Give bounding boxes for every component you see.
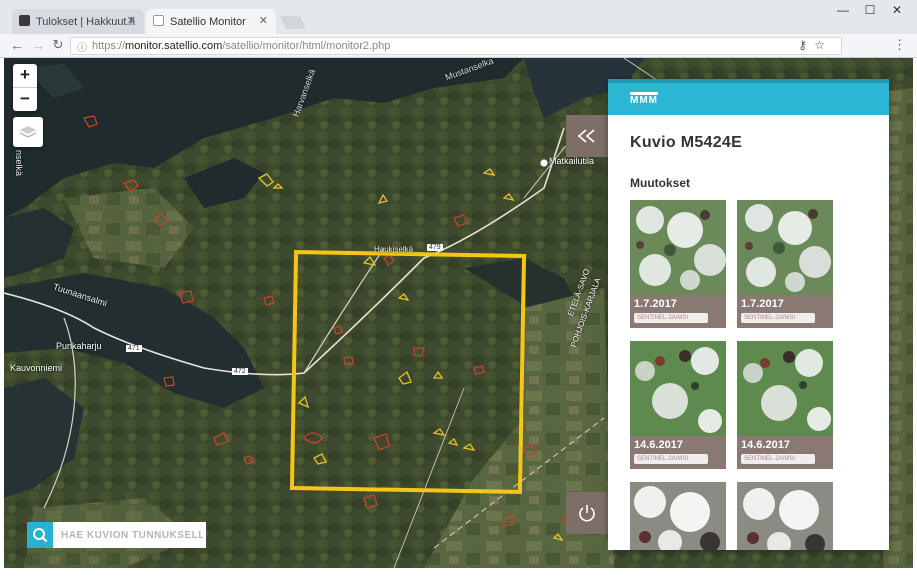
- key-icon[interactable]: ⚷: [798, 38, 807, 52]
- place-label: Punkaharju: [56, 341, 102, 351]
- close-tab-icon[interactable]: ✕: [127, 14, 136, 27]
- minimize-window-icon[interactable]: —: [830, 0, 856, 20]
- thumbnail-caption: 14.6.2017 SENTINEL-2A/MSI: [737, 436, 833, 469]
- thumbnail-caption: 1.7.2017 SENTINEL-2A/MSI: [737, 295, 833, 328]
- place-label: Haukiselkä: [374, 245, 414, 254]
- browser-toolbar: ← → ↻ ⓘ https://monitor.satellio.com/sat…: [0, 34, 917, 58]
- layers-button[interactable]: [13, 117, 43, 147]
- kebab-menu-icon[interactable]: ⋮: [893, 37, 906, 53]
- info-icon[interactable]: ⓘ: [77, 39, 87, 54]
- tab-title: Tulokset | Hakkuut.fi: [36, 15, 136, 28]
- thumbnail-caption: 14.6.2017 SENTINEL-2A/MSI: [630, 436, 726, 469]
- panel-header: MMM: [608, 79, 889, 115]
- satellite-thumbnail-image: [630, 200, 726, 296]
- power-button[interactable]: [566, 492, 608, 534]
- close-window-icon[interactable]: ✕: [884, 0, 910, 20]
- page-favicon-icon: [153, 15, 164, 26]
- reload-icon[interactable]: ↻: [48, 37, 68, 53]
- change-thumbnail[interactable]: 14.6.2017 SENTINEL-2A/MSI: [630, 341, 726, 469]
- satellite-thumbnail-image: [630, 482, 726, 550]
- thumbnail-caption: 1.7.2017 SENTINEL-2A/MSI: [630, 295, 726, 328]
- hakkuut-favicon-icon: [19, 15, 30, 26]
- panel-title: Kuvio M5424E: [630, 134, 743, 151]
- zoom-in-button[interactable]: +: [13, 64, 37, 87]
- star-icon[interactable]: ☆: [814, 38, 825, 52]
- road-label: 471: [126, 345, 142, 352]
- collapse-panel-button[interactable]: [566, 115, 608, 157]
- satellite-thumbnail-image: [737, 200, 833, 296]
- search-input[interactable]: [55, 526, 203, 544]
- change-thumbnail[interactable]: 1.7.2017 SENTINEL-2A/MSI: [630, 200, 726, 328]
- search-icon[interactable]: [27, 522, 53, 548]
- thumbnail-source-tag: SENTINEL-2A/MSI: [634, 454, 708, 464]
- satellite-thumbnail-image: [737, 341, 833, 437]
- satellite-thumbnail-image: [630, 341, 726, 437]
- thumbnail-date: 14.6.2017: [741, 439, 790, 451]
- tab-satellio-monitor[interactable]: Satellio Monitor ✕: [146, 9, 276, 34]
- change-thumbnail[interactable]: [630, 482, 726, 550]
- road-label: 472: [232, 368, 248, 375]
- section-title: Muutokset: [630, 176, 690, 190]
- place-label: Matkailutila: [549, 156, 595, 166]
- change-thumbnail[interactable]: 14.6.2017 SENTINEL-2A/MSI: [737, 341, 833, 469]
- url-scheme: https://: [92, 40, 126, 52]
- detail-panel: MMM Kuvio M5424E Muutokset 1.7.2017 SENT…: [608, 79, 889, 550]
- satellite-thumbnail-image: [737, 482, 833, 550]
- place-label: nselkä: [14, 149, 25, 177]
- url-domain: monitor.satellio.com: [125, 40, 223, 52]
- tab-title: Satellio Monitor: [170, 15, 246, 28]
- close-tab-icon[interactable]: ✕: [259, 14, 268, 27]
- thumbnail-date: 1.7.2017: [634, 298, 677, 310]
- change-thumbnail[interactable]: 1.7.2017 SENTINEL-2A/MSI: [737, 200, 833, 328]
- thumbnail-date: 14.6.2017: [634, 439, 683, 451]
- rewind-icon: [577, 129, 595, 143]
- change-thumbnail[interactable]: [737, 482, 833, 550]
- road-label: 479: [427, 244, 443, 251]
- url-bar[interactable]: ⓘ https://monitor.satellio.com/satellio/…: [70, 37, 842, 55]
- search-box: [27, 522, 206, 548]
- maximize-window-icon[interactable]: ☐: [857, 0, 883, 20]
- thumbnail-source-tag: SENTINEL-2A/MSI: [634, 313, 708, 323]
- zoom-control: + −: [13, 64, 37, 111]
- zoom-out-button[interactable]: −: [13, 88, 37, 111]
- new-tab-button[interactable]: [279, 16, 307, 29]
- thumbnail-date: 1.7.2017: [741, 298, 784, 310]
- power-icon: [579, 505, 595, 522]
- back-arrow-icon[interactable]: ←: [7, 37, 27, 53]
- layers-icon: [19, 126, 37, 138]
- header-stripe: [608, 79, 889, 83]
- thumbnail-source-tag: SENTINEL-2A/MSI: [741, 454, 815, 464]
- tab-hakkuut[interactable]: Tulokset | Hakkuut.fi ✕: [12, 9, 144, 34]
- url-path: /satellio/monitor/html/monitor2.php: [222, 40, 391, 52]
- place-label: Kauvonniemi: [10, 363, 63, 373]
- forward-arrow-icon[interactable]: →: [28, 37, 48, 53]
- browser-titlebar: Tulokset | Hakkuut.fi ✕ Satellio Monitor…: [0, 0, 917, 34]
- brand-logo: MMM: [630, 92, 658, 106]
- thumbnail-source-tag: SENTINEL-2A/MSI: [741, 313, 815, 323]
